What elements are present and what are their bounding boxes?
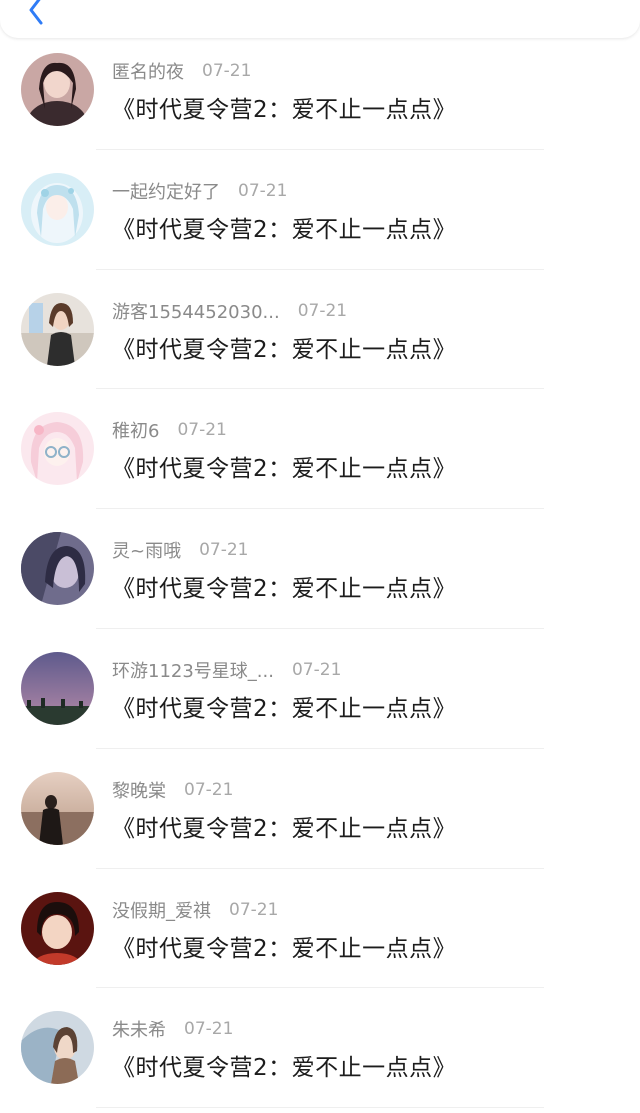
comment-date: 07-21 — [184, 779, 234, 800]
list-item[interactable]: 环游1123号星球_... 07-21 《时代夏令营2：爱不止一点点》 — [0, 629, 640, 749]
list-item[interactable]: 朱未希 07-21 《时代夏令营2：爱不止一点点》 — [0, 988, 640, 1109]
avatar[interactable] — [21, 412, 94, 486]
username[interactable]: 环游1123号星球_... — [112, 657, 274, 683]
avatar[interactable] — [21, 651, 94, 725]
comment-date: 07-21 — [177, 420, 227, 441]
comment-date: 07-21 — [297, 300, 348, 321]
username[interactable]: 匿名的夜 — [112, 58, 184, 84]
comment-date: 07-21 — [291, 659, 342, 680]
comment-meta: 稚初6 07-21 — [112, 417, 227, 443]
avatar[interactable] — [21, 532, 94, 606]
list-item[interactable]: 游客1554452030... 07-21 《时代夏令营2：爱不止一点点》 — [0, 270, 640, 390]
avatar[interactable] — [21, 53, 94, 126]
username[interactable]: 一起约定好了 — [112, 178, 220, 204]
avatar[interactable] — [21, 891, 94, 965]
comment-meta: 一起约定好了 07-21 — [112, 178, 287, 204]
list-item[interactable]: 没假期_爱祺 07-21 《时代夏令营2：爱不止一点点》 — [0, 869, 640, 989]
username[interactable]: 黎晚棠 — [112, 777, 166, 803]
username[interactable]: 稚初6 — [112, 417, 159, 443]
comment-meta: 没假期_爱祺 07-21 — [112, 897, 278, 923]
comment-date: 07-21 — [199, 540, 249, 561]
avatar[interactable] — [21, 292, 94, 366]
comment-title: 《时代夏令营2：爱不止一点点》 — [112, 216, 457, 243]
top-navigation-bar — [0, 0, 640, 38]
comment-title: 《时代夏令营2：爱不止一点点》 — [112, 336, 457, 363]
comment-title: 《时代夏令营2：爱不止一点点》 — [112, 97, 457, 123]
comment-title: 《时代夏令营2：爱不止一点点》 — [112, 576, 457, 603]
comment-title: 《时代夏令营2：爱不止一点点》 — [112, 935, 457, 962]
comment-date: 07-21 — [184, 1019, 234, 1040]
comment-meta: 环游1123号星球_... 07-21 — [112, 657, 341, 683]
comment-title: 《时代夏令营2：爱不止一点点》 — [112, 815, 457, 842]
comment-list: 匿名的夜 07-21 《时代夏令营2：爱不止一点点》 一起约定好了 07-21 … — [0, 30, 640, 1109]
comment-meta: 朱未希 07-21 — [112, 1016, 233, 1042]
comment-meta: 匿名的夜 07-21 — [112, 58, 251, 84]
username[interactable]: 没假期_爱祺 — [112, 897, 211, 923]
comment-date: 07-21 — [238, 180, 288, 201]
comment-title: 《时代夏令营2：爱不止一点点》 — [112, 1055, 457, 1082]
comment-title: 《时代夏令营2：爱不止一点点》 — [112, 695, 457, 722]
comment-title: 《时代夏令营2：爱不止一点点》 — [112, 456, 457, 483]
username[interactable]: 灵~雨哦 — [112, 537, 181, 563]
comment-date: 07-21 — [229, 899, 279, 920]
list-item[interactable]: 黎晚棠 07-21 《时代夏令营2：爱不止一点点》 — [0, 749, 640, 869]
username[interactable]: 朱未希 — [112, 1016, 166, 1042]
list-item[interactable]: 匿名的夜 07-21 《时代夏令营2：爱不止一点点》 — [0, 30, 640, 150]
list-item[interactable]: 稚初6 07-21 《时代夏令营2：爱不止一点点》 — [0, 389, 640, 510]
comment-meta: 游客1554452030... 07-21 — [112, 298, 347, 324]
avatar[interactable] — [21, 172, 94, 246]
comment-meta: 黎晚棠 07-21 — [112, 777, 233, 803]
avatar[interactable] — [21, 1011, 94, 1085]
list-item[interactable]: 灵~雨哦 07-21 《时代夏令营2：爱不止一点点》 — [0, 509, 640, 629]
chevron-left-icon — [29, 0, 43, 25]
list-item[interactable]: 一起约定好了 07-21 《时代夏令营2：爱不止一点点》 — [0, 150, 640, 270]
avatar[interactable] — [21, 771, 94, 845]
username[interactable]: 游客1554452030... — [112, 298, 280, 324]
back-button[interactable] — [16, 0, 56, 30]
divider — [96, 1107, 544, 1109]
comment-meta: 灵~雨哦 07-21 — [112, 537, 249, 563]
comment-date: 07-21 — [202, 61, 252, 81]
